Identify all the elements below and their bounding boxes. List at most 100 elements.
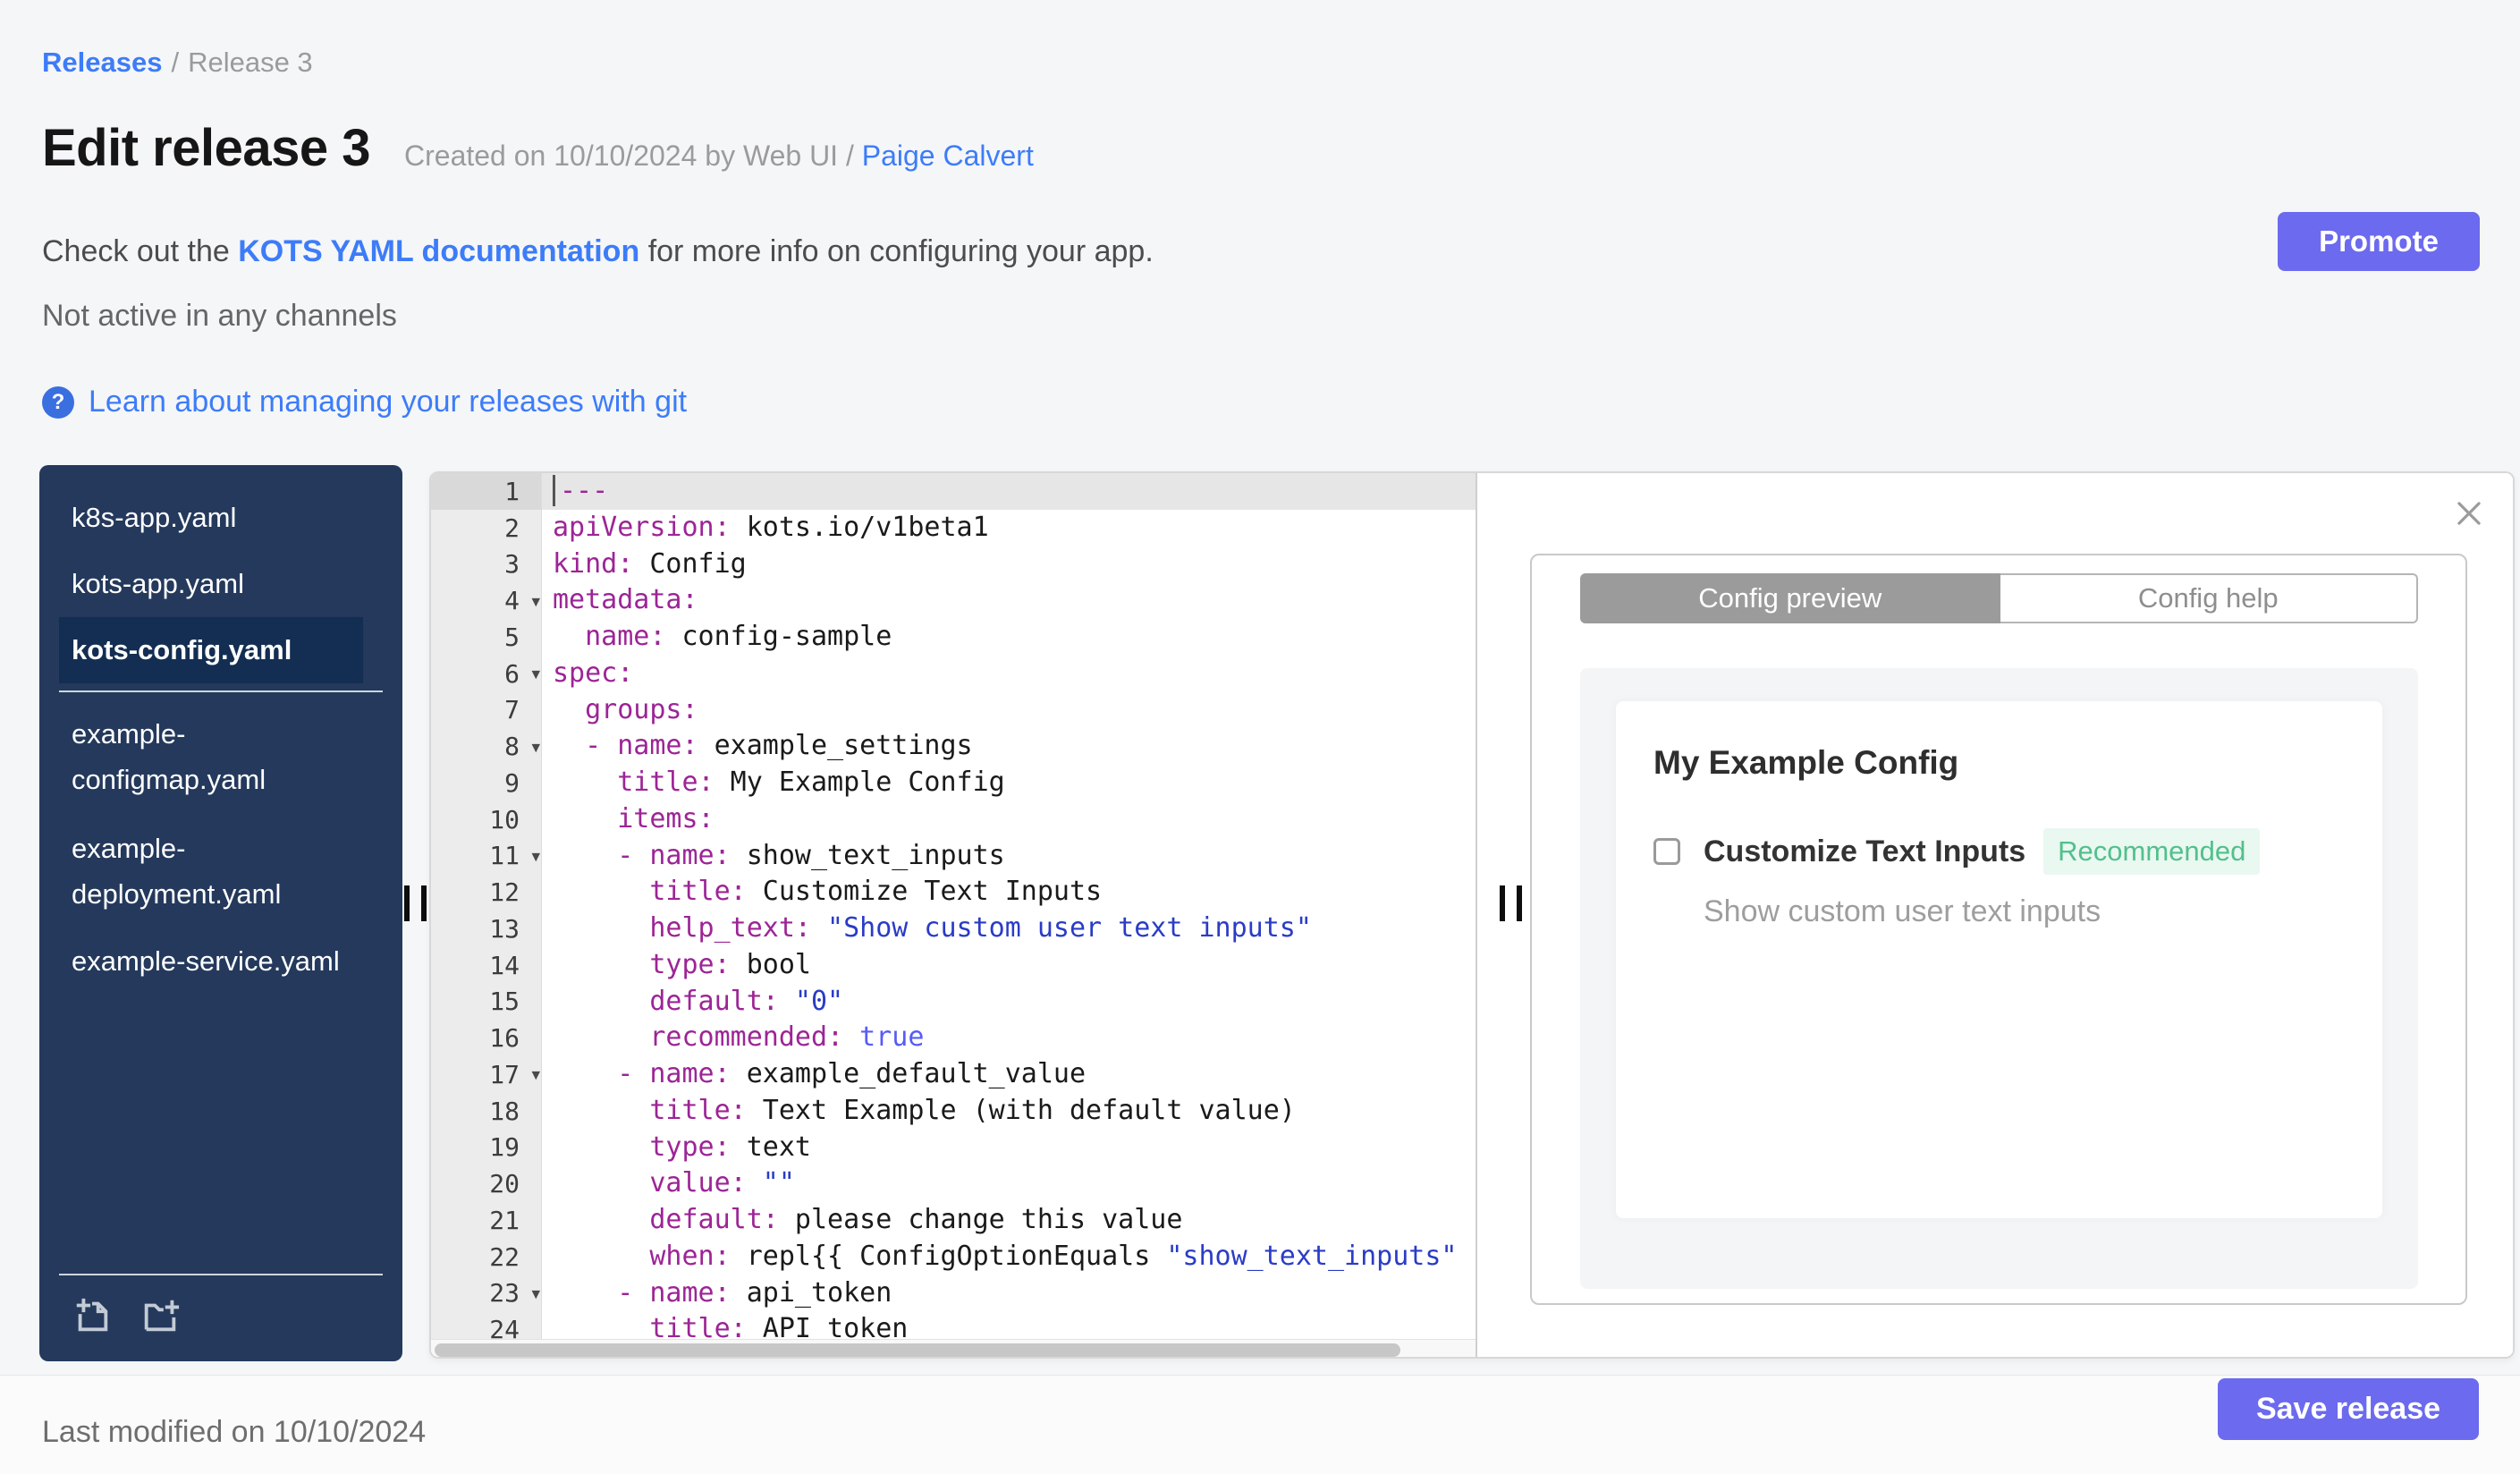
line-number: 19 — [431, 1129, 542, 1166]
code-lines: 1 --- 2 apiVersion: kots.io/v1beta1 3 kind: C… — [431, 473, 1476, 1357]
kots-yaml-doc-link[interactable]: KOTS YAML documentation — [238, 234, 639, 268]
code-line-11[interactable]: 11 ▾ - name: show_text_inputs — [431, 837, 1476, 875]
file-item-kots-app.yaml[interactable]: kots-app.yaml — [59, 551, 363, 617]
doc-note-suffix: for more info on configuring your app. — [647, 234, 1154, 268]
breadcrumb-releases-link[interactable]: Releases — [42, 47, 162, 78]
code-line-17[interactable]: 17 ▾ - name: example_default_value — [431, 1056, 1476, 1093]
code-text: - name: show_text_inputs — [617, 839, 1005, 871]
code-line-3[interactable]: 3 kind: Config — [431, 546, 1476, 583]
code-line-7[interactable]: 7 groups: — [431, 691, 1476, 729]
code-text: title: My Example Config — [617, 767, 1005, 798]
code-text: apiVersion: kots.io/v1beta1 — [553, 511, 989, 543]
code-text: help_text: "Show custom user text inputs… — [649, 912, 1312, 944]
line-number: 21 — [431, 1202, 542, 1239]
code-line-20[interactable]: 20 value: "" — [431, 1165, 1476, 1202]
preview-tabs: Config preview Config help — [1580, 573, 2418, 623]
line-number: 17 ▾ — [431, 1056, 542, 1093]
file-tree-sidebar: k8s-app.yaml kots-app.yaml kots-config.yam… — [39, 465, 402, 1361]
save-release-button[interactable]: Save release — [2218, 1378, 2479, 1440]
line-number: 3 — [431, 546, 542, 583]
file-item-example-configmap.yaml[interactable]: example-configmap.yaml — [59, 699, 363, 814]
tab-config-preview[interactable]: Config preview — [1580, 573, 2000, 623]
channel-status: Not active in any channels — [42, 299, 397, 333]
code-line-1[interactable]: 1 --- — [431, 473, 1476, 510]
config-render-area: My Example Config Customize Text Inputs … — [1580, 668, 2418, 1289]
sidebar-resize-handle[interactable] — [404, 885, 427, 921]
file-tree-footer — [59, 1274, 383, 1361]
file-item-example-service.yaml[interactable]: example-service.yaml — [59, 928, 363, 995]
code-line-14[interactable]: 14 type: bool — [431, 946, 1476, 984]
line-number: 13 — [431, 911, 542, 947]
code-text: metadata: — [553, 584, 698, 616]
code-line-21[interactable]: 21 default: please change this value — [431, 1202, 1476, 1239]
config-group-card: My Example Config Customize Text Inputs … — [1616, 701, 2382, 1218]
fold-arrow-icon[interactable]: ▾ — [531, 737, 540, 758]
code-text: when: repl{{ ConfigOptionEquals "show_te… — [649, 1240, 1458, 1272]
code-text: value: "" — [649, 1167, 795, 1199]
line-number: 4 ▾ — [431, 582, 542, 619]
fold-arrow-icon[interactable]: ▾ — [531, 591, 540, 612]
git-releases-link[interactable]: Learn about managing your releases with … — [89, 385, 687, 419]
config-item-help: Show custom user text inputs — [1704, 894, 2101, 928]
file-item-kots-config.yaml[interactable]: kots-config.yaml — [59, 617, 363, 683]
code-line-12[interactable]: 12 title: Customize Text Inputs — [431, 874, 1476, 911]
code-line-23[interactable]: 23 ▾ - name: api_token — [431, 1275, 1476, 1312]
config-preview-panel: Config preview Config help My Example Co… — [1476, 473, 2513, 1357]
code-text: items: — [617, 802, 715, 834]
new-folder-icon[interactable] — [140, 1295, 181, 1336]
fold-arrow-icon[interactable]: ▾ — [531, 1283, 540, 1304]
footer-bar: Last modified on 10/10/2024 — [0, 1375, 2520, 1474]
line-number: 23 ▾ — [431, 1275, 542, 1312]
code-text: title: Text Example (with default value) — [649, 1094, 1296, 1126]
code-text: - name: api_token — [617, 1276, 892, 1309]
fold-arrow-icon[interactable]: ▾ — [531, 1065, 540, 1086]
code-line-8[interactable]: 8 ▾ - name: example_settings — [431, 728, 1476, 765]
code-line-10[interactable]: 10 items: — [431, 801, 1476, 838]
code-line-15[interactable]: 15 default: "0" — [431, 983, 1476, 1021]
code-line-18[interactable]: 18 title: Text Example (with default val… — [431, 1092, 1476, 1130]
code-line-6[interactable]: 6 ▾ spec: — [431, 655, 1476, 692]
config-group-title: My Example Config — [1653, 744, 1959, 781]
code-text: name: config-sample — [585, 621, 892, 652]
code-line-9[interactable]: 9 title: My Example Config — [431, 765, 1476, 801]
code-line-13[interactable]: 13 help_text: "Show custom user text inp… — [431, 911, 1476, 947]
code-text: default: "0" — [649, 985, 844, 1017]
fold-arrow-icon[interactable]: ▾ — [531, 846, 540, 867]
yaml-code-editor[interactable]: 1 --- 2 apiVersion: kots.io/v1beta1 3 kind: C… — [431, 473, 1476, 1357]
code-line-16[interactable]: 16 recommended: true — [431, 1020, 1476, 1056]
recommended-badge: Recommended — [2043, 828, 2261, 875]
code-text: kind: Config — [553, 547, 747, 580]
code-line-5[interactable]: 5 name: config-sample — [431, 619, 1476, 656]
preview-resize-handle[interactable] — [1500, 885, 1522, 921]
code-line-2[interactable]: 2 apiVersion: kots.io/v1beta1 — [431, 509, 1476, 546]
code-text: - name: example_settings — [585, 730, 973, 762]
line-number: 20 — [431, 1165, 542, 1202]
scrollbar-thumb[interactable] — [435, 1343, 1400, 1357]
tab-config-help[interactable]: Config help — [2000, 573, 2418, 623]
last-modified-text: Last modified on 10/10/2024 — [42, 1415, 427, 1449]
line-number: 8 ▾ — [431, 728, 542, 765]
line-number: 12 — [431, 874, 542, 911]
code-line-19[interactable]: 19 type: text — [431, 1129, 1476, 1166]
code-text: default: please change this value — [649, 1204, 1183, 1235]
promote-button[interactable]: Promote — [2278, 212, 2480, 271]
code-line-4[interactable]: 4 ▾ metadata: — [431, 582, 1476, 619]
line-number: 6 ▾ — [431, 655, 542, 692]
line-number: 10 — [431, 801, 542, 838]
code-line-22[interactable]: 22 when: repl{{ ConfigOptionEquals "show… — [431, 1238, 1476, 1275]
file-item-k8s-app.yaml[interactable]: k8s-app.yaml — [59, 485, 363, 551]
close-icon[interactable] — [2452, 496, 2486, 530]
line-number: 2 — [431, 509, 542, 546]
created-prefix: Created on 10/10/2024 by Web UI / — [404, 140, 862, 172]
line-number: 14 — [431, 946, 542, 984]
new-file-icon[interactable] — [72, 1295, 113, 1336]
author-link[interactable]: Paige Calvert — [862, 140, 1034, 172]
line-number: 7 — [431, 691, 542, 729]
customize-text-inputs-checkbox[interactable] — [1653, 838, 1680, 865]
file-item-example-deployment.yaml[interactable]: example-deployment.yaml — [59, 814, 363, 928]
code-text: spec: — [553, 657, 634, 689]
code-text: recommended: true — [649, 1021, 925, 1054]
breadcrumb-separator: / — [171, 47, 180, 78]
fold-arrow-icon[interactable]: ▾ — [531, 665, 540, 685]
line-number: 16 — [431, 1020, 542, 1056]
